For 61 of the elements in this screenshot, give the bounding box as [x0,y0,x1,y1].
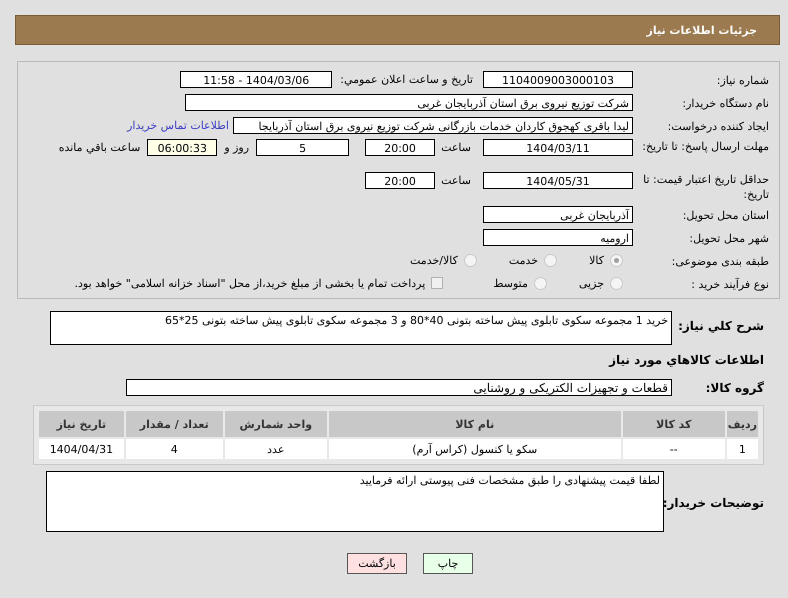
field-label: روز و [224,141,250,154]
checkbox-label: پرداخت تمام یا بخشی از مبلغ خرید،از محل "اسناد خزانه اسلامی" خواهد بود. [74,276,426,290]
table-cell: 4 [126,439,223,459]
field-label: تاریخ و ساعت اعلان عمومي: [340,72,473,86]
radio-label: کالا/خدمت [410,254,458,266]
text-field[interactable]: 1404/05/31 [483,172,633,189]
column-header: واحد شمارش [224,411,327,437]
radio-button[interactable] [464,254,477,266]
radio-label: جزیی [578,276,604,290]
text-field[interactable]: 5 [256,139,350,156]
text-field[interactable]: قطعات و تجهیزات الکتریکی و روشنایی [126,379,672,396]
print-button[interactable]: چاپ [423,553,473,574]
text-field[interactable]: 20:00 [365,172,436,189]
column-header: تاریخ نیاز [39,411,124,437]
radio-label: کالا [589,254,604,266]
table-cell: -- [622,439,725,459]
text-field[interactable]: شرکت توزیع نیروی برق استان آذربایجان غربی [185,94,633,110]
description-field[interactable]: خرید 1 مجموعه سکوی تابلوی پیش ساخته بتونی 40*80 و 3 مجموعه سکوی تابلوی پیش ساخته بتونی 25*65 [50,311,672,345]
field-label: حداقل تاریخ اعتبار قیمت: تا تاریخ: [642,172,769,202]
field-label: طبقه بندی موضوعی: [670,254,769,268]
field-label: نوع فرآیند خرید : [690,276,769,292]
radio-label: خدمت [508,254,538,266]
column-header: ردیف [726,411,758,437]
field-label: ساعت [441,174,471,187]
contact-link[interactable]: اطلاعات تماس خریدار [127,118,229,132]
text-field[interactable]: 1404/03/06 - 11:58 [180,70,332,88]
radio-button[interactable] [544,254,558,266]
field-label: استان محل تحویل: [682,208,769,222]
field-label: ایجاد کننده درخواست: [666,118,769,134]
radio-button[interactable] [534,276,547,290]
text-field[interactable]: 1104009003000103 [483,70,633,88]
table-cell: 1 [726,439,758,459]
countdown-field[interactable]: 06:00:33 [147,139,218,156]
text-field[interactable]: ارومیه [483,228,633,246]
radio-button[interactable] [610,276,623,290]
column-header: نام کالا [328,411,621,437]
text-field[interactable]: 1404/03/11 [483,139,633,156]
page-title: جزئیات اطلاعات نیاز [646,24,757,36]
column-header: تعداد / مقدار [126,411,223,437]
field-label: ساعت [441,141,471,154]
section-title: اطلاعات کالاهاي مورد نیاز [608,353,764,367]
table-cell: عدد [224,439,327,459]
field-label: شهر محل تحویل: [688,230,769,246]
field-label: ساعت باقي مانده [58,141,140,154]
field-label: گروه کالا: [704,380,764,394]
table-cell: 1404/04/31 [39,439,124,459]
radio-label: متوسط [493,276,528,290]
checkbox[interactable] [431,277,444,289]
table-cell: سکو یا کنسول (کراس آرم) [328,439,621,459]
field-label: نام دستگاه خریدار: [681,96,769,110]
field-label: شماره نیاز: [716,72,769,88]
field-label: توضیحات خریدار: [664,495,764,510]
field-label: شرح کلي نیاز: [677,318,764,333]
field-label: مهلت ارسال پاسخ: تا تاریخ: [641,139,769,154]
radio-button[interactable] [610,254,623,266]
text-field[interactable]: 20:00 [365,139,436,156]
column-header: کد کالا [622,411,725,437]
text-field[interactable]: لیدا باقری کهجوق کاردان خدمات بازرگانی شرکت توزیع نیروی برق استان آذربایجا [233,116,633,134]
text-field[interactable]: آذربایجان غربی [483,206,633,222]
notes-field[interactable]: لطفا قیمت پیشنهادی را طبق مشخصات فنی پیوستی ارائه فرمایید [46,471,664,532]
back-button[interactable]: بازگشت [347,553,407,574]
